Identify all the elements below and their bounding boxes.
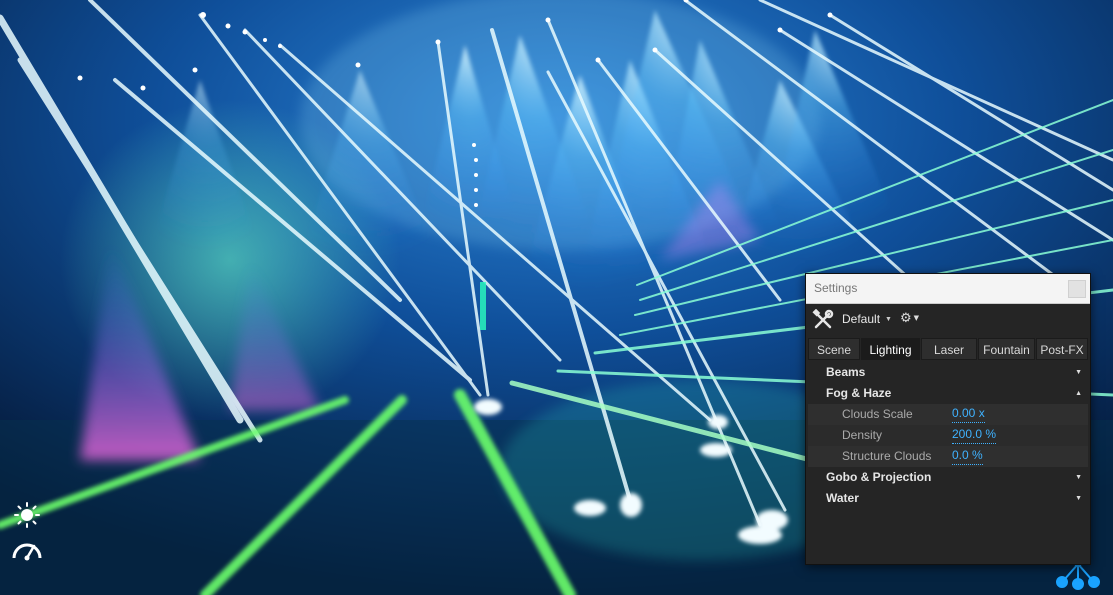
close-button[interactable] bbox=[1068, 280, 1086, 298]
lighting-panel: Beams ▼ Fog & Haze ▲ Clouds Scale 0.00 x… bbox=[808, 362, 1088, 509]
density-value[interactable]: 200.0 % bbox=[952, 425, 997, 444]
section-label: Beams bbox=[826, 365, 866, 379]
property-row: Clouds Scale 0.00 x bbox=[808, 404, 1088, 425]
section-gobo-projection[interactable]: Gobo & Projection ▼ bbox=[808, 467, 1088, 488]
section-label: Gobo & Projection bbox=[826, 470, 932, 484]
chevron-down-icon: ▼ bbox=[913, 314, 920, 322]
settings-titlebar[interactable]: Settings bbox=[806, 274, 1090, 304]
chevron-down-icon: ▼ bbox=[1075, 474, 1082, 481]
property-label: Structure Clouds bbox=[842, 449, 932, 463]
preset-label: Default bbox=[842, 312, 881, 326]
settings-toolbar: Default ▼ ⚙ ▼ bbox=[806, 304, 1090, 336]
property-row: Structure Clouds 0.0 % bbox=[808, 446, 1088, 467]
tab-scene[interactable]: Scene bbox=[808, 338, 860, 360]
tab-bar: Scene Lighting Laser Fountain Post-FX bbox=[808, 338, 1088, 360]
structure-clouds-value[interactable]: 0.0 % bbox=[952, 446, 983, 465]
settings-window[interactable]: Settings Default ▼ ⚙ ▼ Scene Lighting Lase… bbox=[805, 273, 1091, 565]
tab-laser[interactable]: Laser bbox=[921, 338, 977, 360]
sun-icon[interactable] bbox=[12, 502, 42, 528]
tools-icon[interactable] bbox=[812, 309, 834, 331]
chevron-up-icon: ▲ bbox=[1075, 390, 1082, 397]
tab-lighting[interactable]: Lighting bbox=[861, 338, 920, 360]
gear-icon: ⚙ bbox=[900, 311, 912, 326]
section-water[interactable]: Water ▼ bbox=[808, 488, 1088, 509]
property-row: Density 200.0 % bbox=[808, 425, 1088, 446]
section-beams[interactable]: Beams ▼ bbox=[808, 362, 1088, 383]
section-fog-haze[interactable]: Fog & Haze ▲ bbox=[808, 383, 1088, 404]
preset-dropdown[interactable]: Default ▼ bbox=[842, 312, 892, 326]
fog-properties: Clouds Scale 0.00 x Density 200.0 % Stru… bbox=[808, 404, 1088, 467]
window-title: Settings bbox=[814, 281, 858, 295]
chevron-down-icon: ▼ bbox=[1075, 495, 1082, 502]
property-label: Clouds Scale bbox=[842, 407, 913, 421]
speed-gauge-icon[interactable] bbox=[12, 536, 42, 562]
section-label: Fog & Haze bbox=[826, 386, 892, 400]
gear-dropdown[interactable]: ⚙ ▼ bbox=[900, 311, 919, 326]
section-label: Water bbox=[826, 491, 859, 505]
chevron-down-icon: ▼ bbox=[1075, 369, 1082, 376]
tab-post-fx[interactable]: Post-FX bbox=[1036, 338, 1088, 360]
property-label: Density bbox=[842, 428, 883, 442]
clouds-scale-value[interactable]: 0.00 x bbox=[952, 404, 985, 423]
chevron-down-icon: ▼ bbox=[885, 316, 892, 323]
tab-fountain[interactable]: Fountain bbox=[978, 338, 1035, 360]
